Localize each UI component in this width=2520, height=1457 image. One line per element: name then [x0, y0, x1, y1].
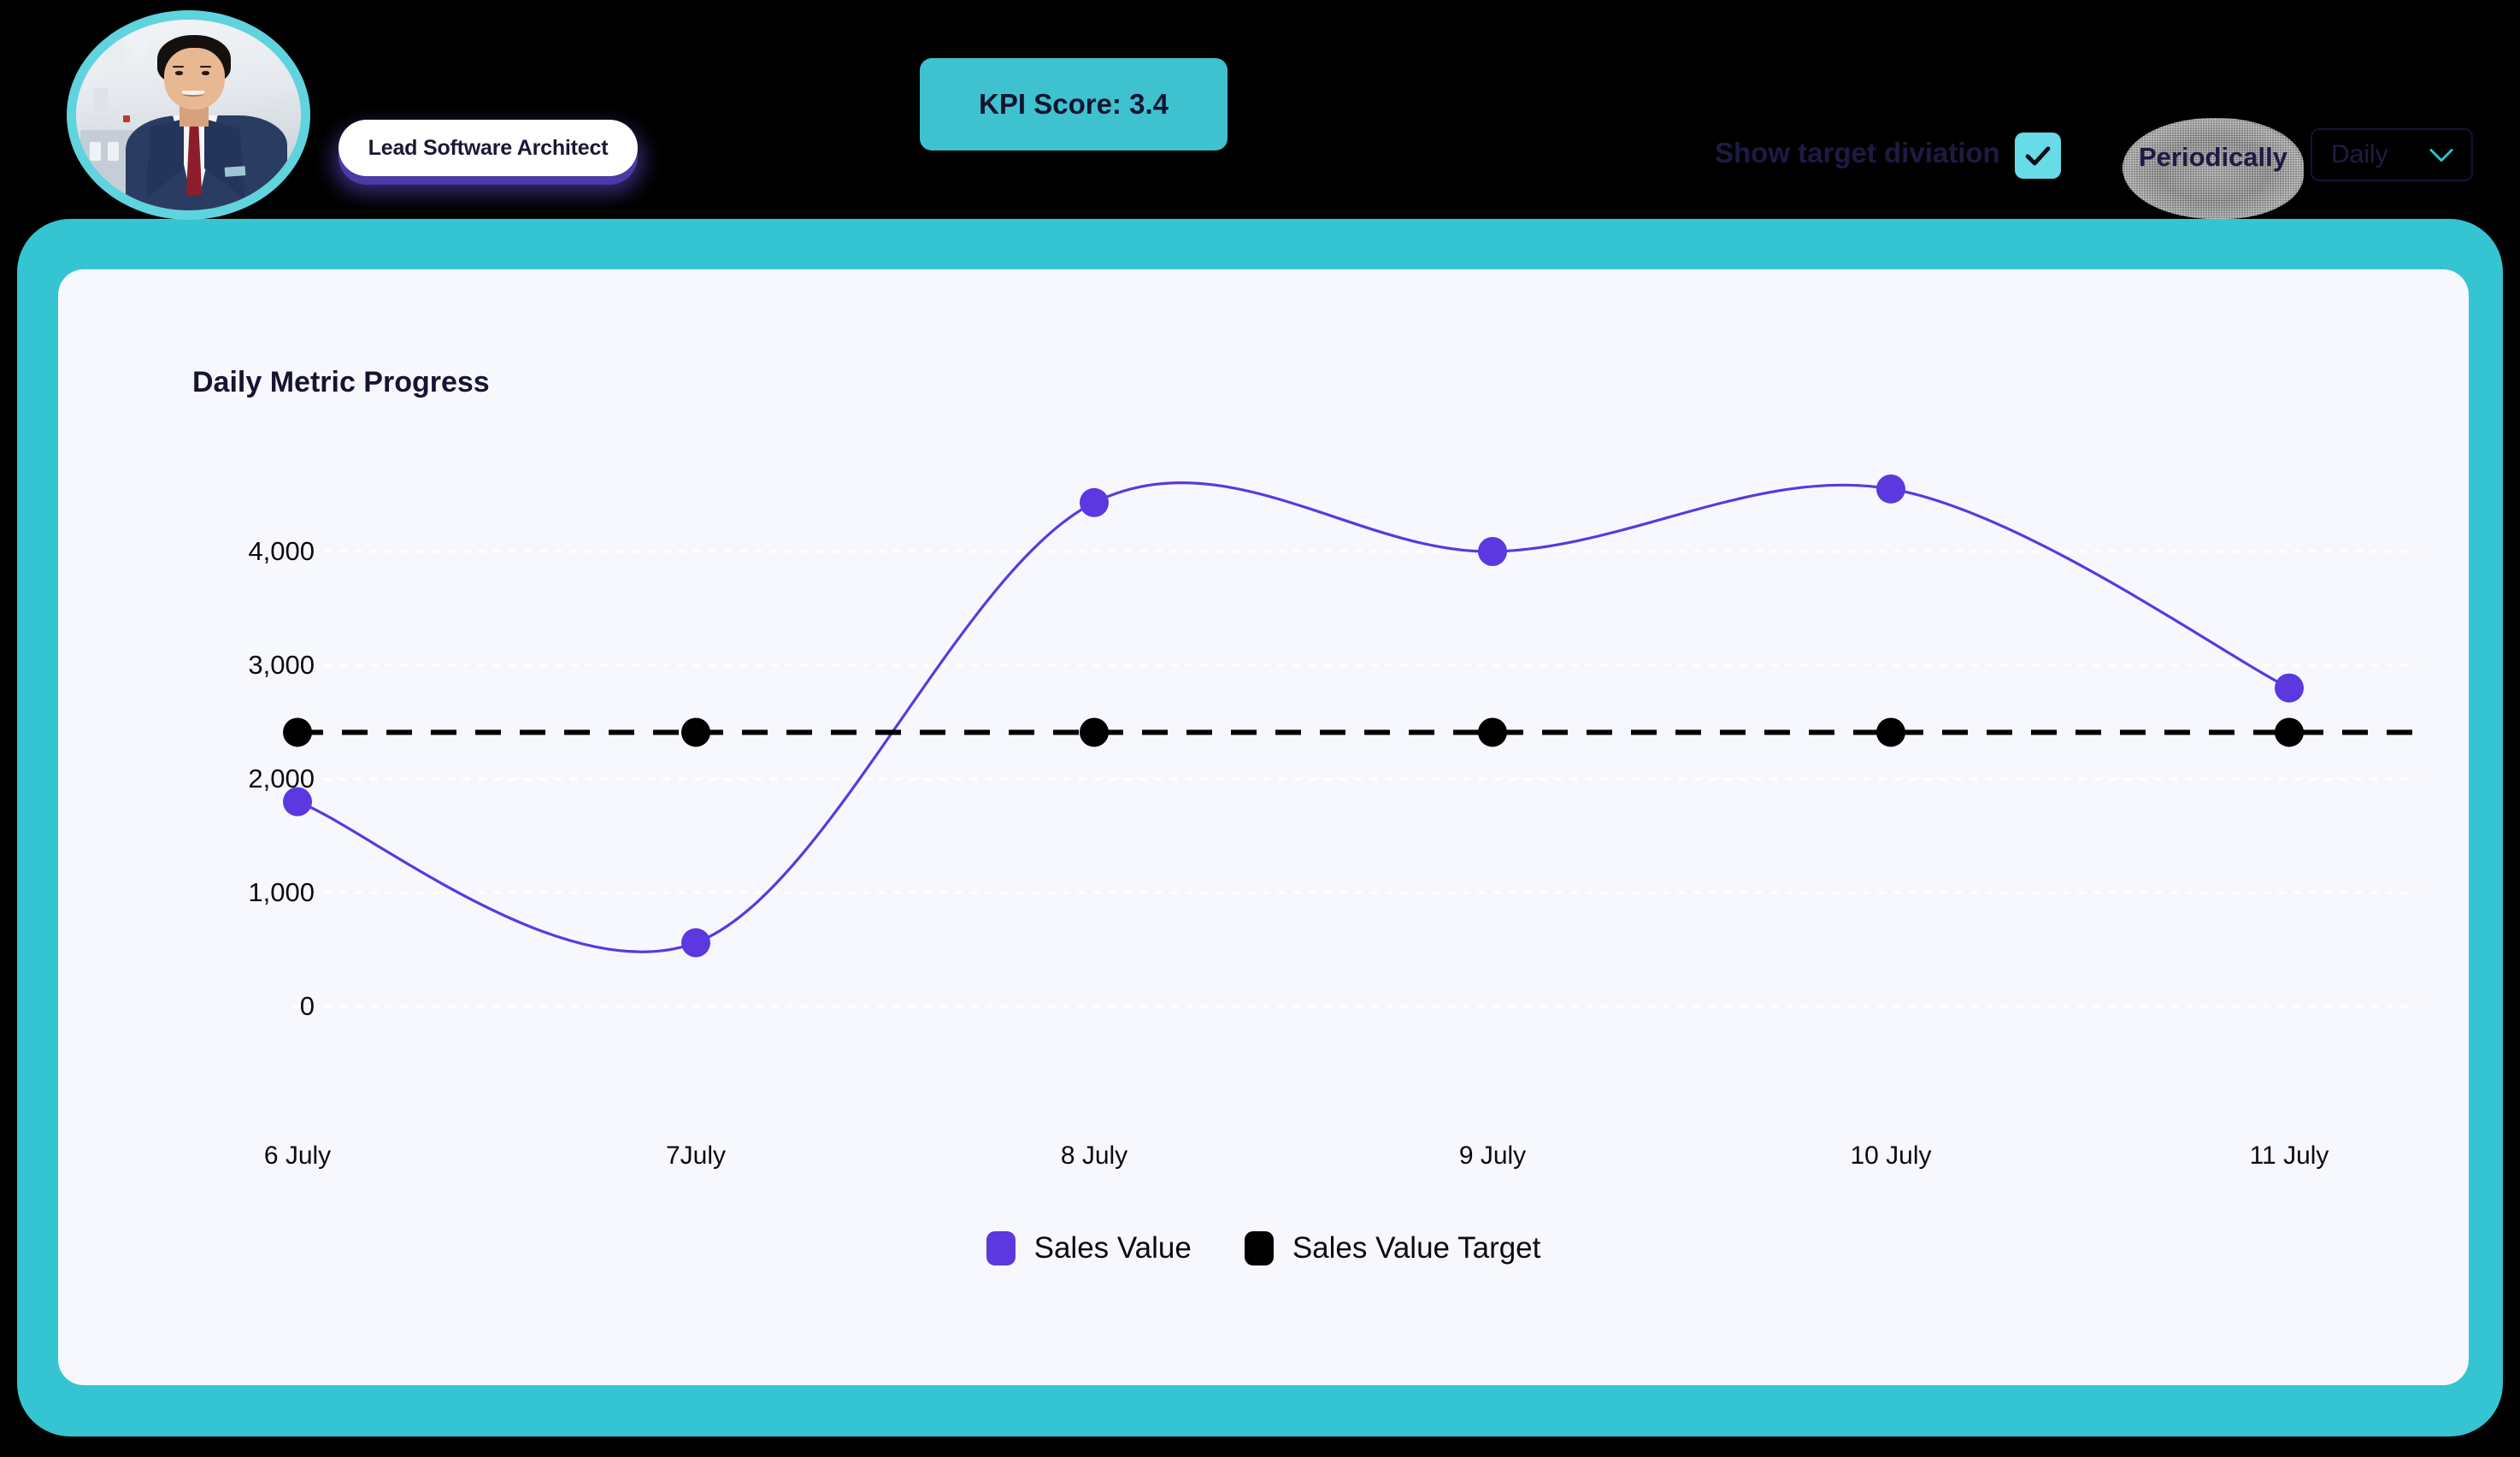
role-badge-label: Lead Software Architect — [368, 135, 609, 160]
check-icon — [2025, 146, 2051, 166]
chart-gridlines — [293, 550, 2417, 1008]
sales-value-marker[interactable] — [1080, 487, 1109, 517]
legend-item[interactable]: Sales Value — [986, 1231, 1192, 1265]
legend-swatch — [1244, 1231, 1274, 1265]
sales-value-marker[interactable] — [1876, 474, 1905, 504]
x-axis-tick-label: 9 July — [1458, 1141, 1527, 1170]
legend-label: Sales Value — [1033, 1231, 1192, 1265]
y-axis-tick-label: 1,000 — [248, 877, 315, 907]
y-axis-tick-label: 3,000 — [248, 650, 315, 680]
x-axis-tick-label: 6 July — [263, 1141, 332, 1170]
y-axis-tick-label: 4,000 — [248, 536, 315, 566]
x-axis-tick-label: 10 July — [1850, 1141, 1932, 1170]
x-axis-tick-label: 11 July — [2249, 1141, 2329, 1170]
avatar[interactable] — [67, 10, 310, 220]
periodically-group: Periodically — [2123, 118, 2304, 219]
role-badge[interactable]: Lead Software Architect — [339, 120, 638, 176]
sales-value-marker[interactable] — [1478, 537, 1507, 566]
target-marker[interactable] — [681, 717, 710, 747]
app-root: Lead Software Architect KPI Score: 3.4 S… — [0, 0, 2520, 1457]
periodically-label: Periodically — [2138, 142, 2288, 172]
x-axis-tick-label: 7July — [665, 1141, 727, 1170]
kpi-score-label: KPI Score: 3.4 — [979, 88, 1169, 120]
y-axis-tick-label: 0 — [299, 991, 315, 1021]
line-chart — [283, 474, 2417, 1008]
avatar-photo — [76, 20, 301, 210]
target-marker[interactable] — [1080, 717, 1109, 747]
sales-value-marker[interactable] — [2275, 673, 2304, 703]
top-bar: Lead Software Architect KPI Score: 3.4 S… — [0, 0, 2520, 220]
y-axis-tick-label: 2,000 — [248, 764, 315, 793]
legend-item[interactable]: Sales Value Target — [1244, 1231, 1541, 1265]
period-dropdown-value: Daily — [2331, 140, 2388, 168]
target-marker[interactable] — [1478, 717, 1507, 747]
kpi-score-badge: KPI Score: 3.4 — [920, 58, 1228, 150]
y-axis-ticks: 0 1,000 2,000 3,000 4,000 — [178, 269, 315, 1385]
sales-value-marker[interactable] — [681, 928, 710, 958]
sales-value-markers — [283, 474, 2304, 958]
x-axis-tick-label: 8 July — [1060, 1141, 1128, 1170]
show-target-deviation-label: Show target diviation — [1715, 137, 2000, 168]
chart-area: 0 1,000 2,000 3,000 4,000 6 July 7July 8 July 9… — [58, 269, 2469, 1385]
show-target-deviation-checkbox[interactable] — [2015, 133, 2061, 179]
period-dropdown[interactable]: Daily — [2311, 128, 2473, 181]
sales-value-line — [296, 481, 2291, 953]
chart-legend: Sales Value Sales Value Target — [58, 1231, 2469, 1265]
legend-label: Sales Value Target — [1292, 1231, 1541, 1265]
chevron-down-icon — [2429, 149, 2453, 162]
legend-swatch — [986, 1231, 1016, 1265]
target-marker[interactable] — [1876, 717, 1905, 747]
target-marker[interactable] — [2275, 717, 2304, 747]
